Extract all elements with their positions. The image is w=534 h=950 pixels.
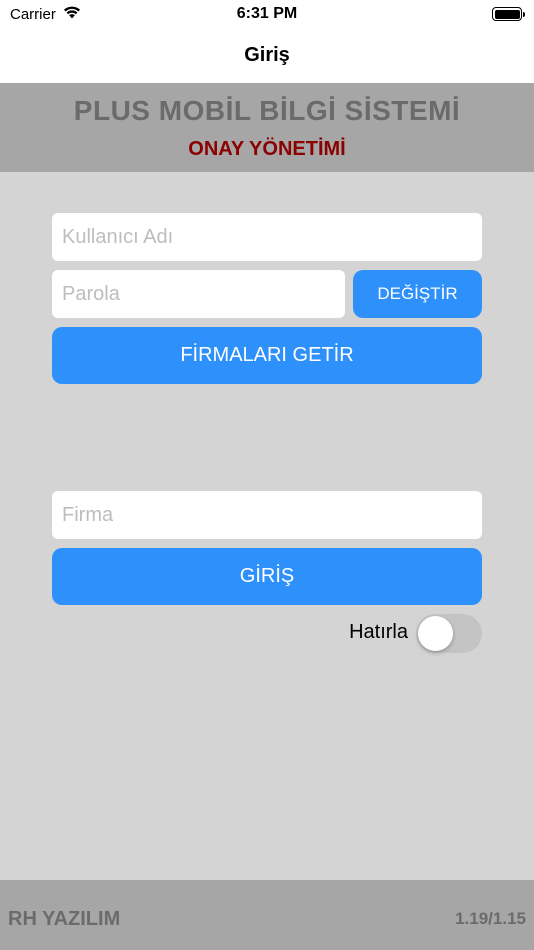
footer-version: 1.19/1.15 (455, 909, 526, 928)
change-password-button[interactable]: DEĞİŞTİR (353, 270, 482, 318)
status-bar: Carrier 6:31 PM (0, 0, 534, 28)
wifi-icon (62, 5, 82, 23)
username-input[interactable] (52, 213, 482, 261)
header-band: PLUS MOBİL BİLGİ SİSTEMİ ONAY YÖNETİMİ (0, 83, 534, 172)
footer: RH YAZILIM 1.19/1.15 (0, 880, 534, 950)
battery-icon (492, 7, 525, 21)
fetch-companies-button[interactable]: FİRMALARI GETİR (52, 327, 482, 384)
battery-fill (494, 9, 520, 19)
status-left: Carrier (10, 5, 82, 23)
nav-bar: Giriş (0, 28, 534, 83)
carrier-label: Carrier (10, 5, 56, 23)
app-title: PLUS MOBİL BİLGİ SİSTEMİ (73, 95, 461, 126)
remember-label: Hatırla (349, 621, 408, 643)
footer-company: RH YAZILIM (8, 908, 121, 930)
password-input[interactable] (52, 270, 345, 318)
remember-toggle[interactable] (416, 614, 482, 653)
toggle-knob (418, 616, 453, 651)
login-button[interactable]: GİRİŞ (52, 548, 482, 605)
nav-title: Giriş (244, 44, 290, 66)
app-subtitle: ONAY YÖNETİMİ (188, 138, 346, 160)
company-input[interactable] (52, 491, 482, 539)
